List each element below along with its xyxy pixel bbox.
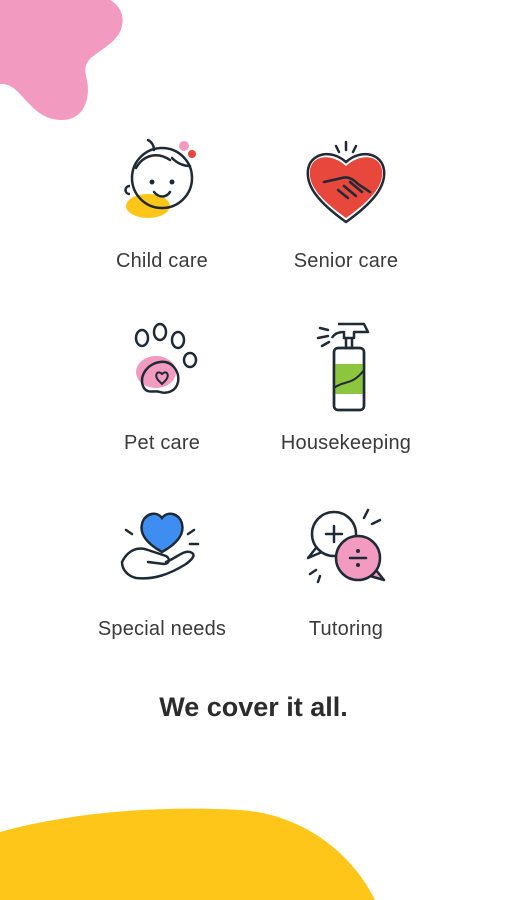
service-label: Housekeeping xyxy=(280,432,412,454)
service-label: Special needs xyxy=(97,618,227,640)
service-label: Pet care xyxy=(123,432,201,454)
yellow-blob-decoration xyxy=(0,808,375,900)
heart-handshake-icon xyxy=(306,140,386,224)
hand-heart-icon xyxy=(120,512,200,580)
service-special-needs[interactable]: Special needs xyxy=(72,506,252,656)
service-tutoring[interactable]: Tutoring xyxy=(256,506,436,656)
service-pet-care[interactable]: Pet care xyxy=(72,320,252,470)
service-senior-care[interactable]: Senior care xyxy=(256,138,436,288)
tagline-heading: We cover it all. xyxy=(159,692,348,722)
service-label: Tutoring xyxy=(308,618,384,640)
service-label: Senior care xyxy=(293,250,399,272)
pink-blob-decoration xyxy=(0,0,123,120)
service-label: Child care xyxy=(115,250,209,272)
service-housekeeping[interactable]: Housekeeping xyxy=(256,320,436,470)
paw-print-icon xyxy=(134,322,198,394)
math-speech-bubbles-icon xyxy=(306,508,386,584)
child-face-icon xyxy=(124,138,196,218)
spray-bottle-icon xyxy=(316,322,370,412)
service-child-care[interactable]: Child care xyxy=(72,138,252,288)
